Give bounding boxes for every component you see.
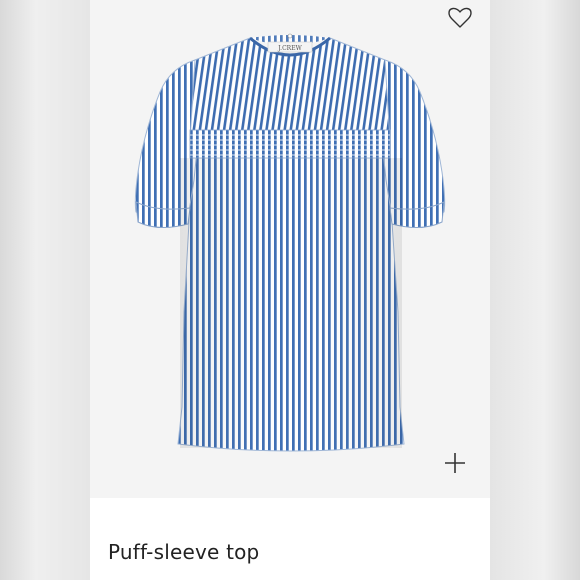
plus-icon[interactable] bbox=[442, 450, 468, 476]
right-blurred-background bbox=[490, 0, 580, 580]
brand-label: J.CREW bbox=[277, 45, 302, 52]
heart-icon[interactable] bbox=[448, 6, 472, 30]
product-caption: Puff-sleeve top bbox=[90, 498, 490, 580]
product-title[interactable]: Puff-sleeve top bbox=[108, 540, 259, 564]
product-card[interactable]: J.CREW Puff-sleeve top bbox=[90, 0, 490, 580]
product-image-area: J.CREW bbox=[90, 0, 490, 498]
product-image[interactable]: J.CREW bbox=[100, 12, 480, 482]
left-blurred-background bbox=[0, 0, 90, 580]
